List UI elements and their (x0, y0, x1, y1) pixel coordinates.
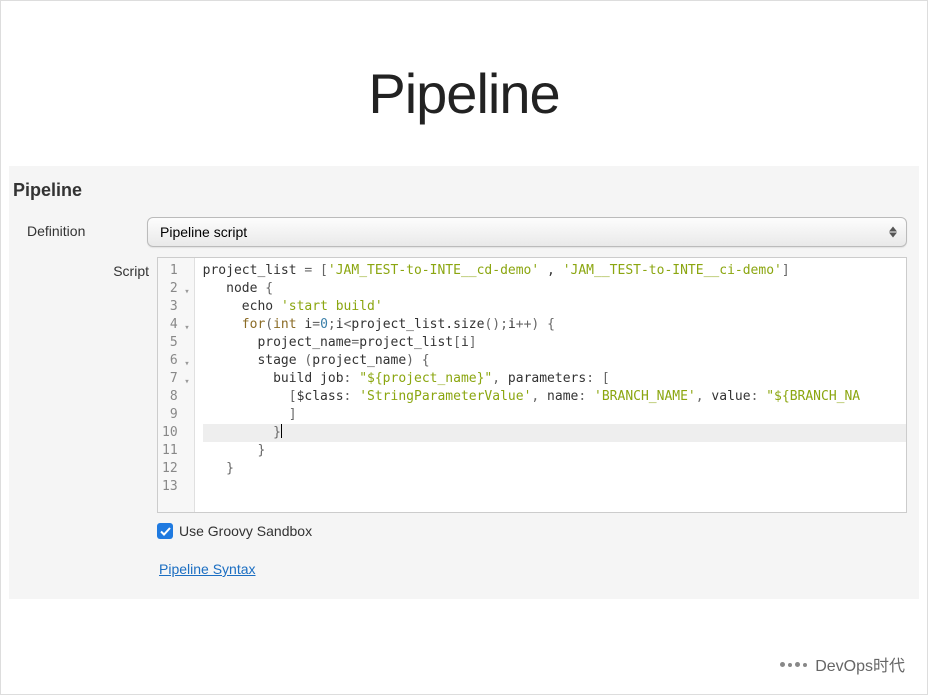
dropdown-caret-icon (889, 227, 897, 238)
code-line[interactable]: project_name=project_list[i] (203, 334, 906, 352)
definition-select[interactable]: Pipeline script (147, 217, 907, 247)
line-number: 2▾ (162, 280, 188, 298)
line-number: 5 (162, 334, 188, 352)
line-number: 12 (162, 460, 188, 478)
slide-title: Pipeline (1, 1, 927, 166)
sandbox-label: Use Groovy Sandbox (179, 523, 312, 539)
section-header: Pipeline (9, 176, 919, 217)
wechat-icon (780, 662, 807, 667)
pipeline-config-panel: Pipeline Definition Pipeline script Scri… (9, 166, 919, 599)
code-line[interactable]: } (203, 424, 906, 442)
code-area[interactable]: project_list = ['JAM_TEST-to-INTE__cd-de… (195, 258, 906, 512)
code-line[interactable]: } (203, 460, 906, 478)
line-number: 10 (162, 424, 188, 442)
definition-select-wrap[interactable]: Pipeline script (147, 217, 907, 247)
definition-label: Definition (27, 217, 147, 239)
sandbox-checkbox[interactable] (157, 523, 173, 539)
code-line[interactable]: [$class: 'StringParameterValue', name: '… (203, 388, 906, 406)
line-number: 9 (162, 406, 188, 424)
text-cursor (281, 424, 282, 438)
code-editor[interactable]: 12▾34▾56▾7▾8910111213 project_list = ['J… (157, 257, 907, 513)
code-line[interactable]: echo 'start build' (203, 298, 906, 316)
code-line[interactable]: node { (203, 280, 906, 298)
script-row: Script 12▾34▾56▾7▾8910111213 project_lis… (9, 257, 919, 549)
code-line[interactable]: } (203, 442, 906, 460)
definition-row: Definition Pipeline script (9, 217, 919, 257)
script-content: 12▾34▾56▾7▾8910111213 project_list = ['J… (149, 257, 907, 539)
line-number: 6▾ (162, 352, 188, 370)
code-line[interactable]: project_list = ['JAM_TEST-to-INTE__cd-de… (203, 262, 906, 280)
line-number: 8 (162, 388, 188, 406)
line-number: 13 (162, 478, 188, 496)
code-line[interactable]: ] (203, 406, 906, 424)
sandbox-row: Use Groovy Sandbox (157, 513, 907, 539)
line-number: 11 (162, 442, 188, 460)
line-number: 4▾ (162, 316, 188, 334)
line-number: 3 (162, 298, 188, 316)
code-line[interactable]: build job: "${project_name}", parameters… (203, 370, 906, 388)
code-line[interactable]: for(int i=0;i<project_list.size();i++) { (203, 316, 906, 334)
pipeline-syntax-link[interactable]: Pipeline Syntax (159, 561, 256, 577)
script-label: Script (99, 257, 149, 279)
line-number: 1 (162, 262, 188, 280)
code-line[interactable] (203, 478, 906, 496)
watermark: DevOps时代 (780, 652, 905, 676)
watermark-text: DevOps时代 (815, 652, 905, 676)
code-line[interactable]: stage (project_name) { (203, 352, 906, 370)
line-number-gutter: 12▾34▾56▾7▾8910111213 (158, 258, 195, 512)
line-number: 7▾ (162, 370, 188, 388)
